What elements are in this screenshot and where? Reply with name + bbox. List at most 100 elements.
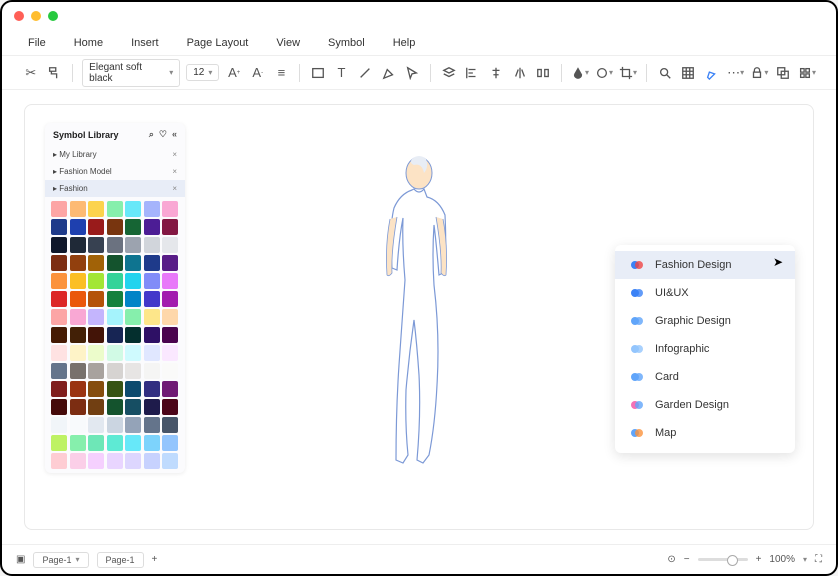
symbol-item[interactable] bbox=[51, 453, 67, 469]
symbol-item[interactable] bbox=[51, 273, 67, 289]
symbol-item[interactable] bbox=[162, 219, 178, 235]
category-fashion-model[interactable]: ▸ Fashion Model× bbox=[45, 163, 185, 180]
symbol-item[interactable] bbox=[70, 345, 86, 361]
template-ui-ux[interactable]: UI&UX bbox=[615, 279, 795, 307]
font-select[interactable]: Elegant soft black▾ bbox=[82, 59, 180, 87]
shape-icon[interactable]: ▾ bbox=[595, 64, 613, 82]
more-icon[interactable]: ▾ bbox=[798, 64, 816, 82]
symbol-item[interactable] bbox=[51, 417, 67, 433]
symbol-item[interactable] bbox=[144, 309, 160, 325]
menu-file[interactable]: File bbox=[28, 37, 46, 49]
symbol-item[interactable] bbox=[70, 453, 86, 469]
symbol-item[interactable] bbox=[88, 237, 104, 253]
fullscreen-icon[interactable]: ⛶ bbox=[815, 554, 822, 565]
symbol-item[interactable] bbox=[88, 273, 104, 289]
cursor-tool-icon[interactable] bbox=[404, 64, 422, 82]
symbol-item[interactable] bbox=[88, 201, 104, 217]
symbol-item[interactable] bbox=[125, 291, 141, 307]
symbol-item[interactable] bbox=[51, 399, 67, 415]
symbol-item[interactable] bbox=[70, 381, 86, 397]
symbol-item[interactable] bbox=[107, 417, 123, 433]
template-card[interactable]: Card bbox=[615, 363, 795, 391]
symbol-item[interactable] bbox=[88, 363, 104, 379]
symbol-item[interactable] bbox=[125, 255, 141, 271]
symbol-item[interactable] bbox=[51, 219, 67, 235]
symbol-item[interactable] bbox=[162, 435, 178, 451]
minimize-button[interactable] bbox=[31, 11, 41, 21]
symbol-item[interactable] bbox=[144, 273, 160, 289]
symbol-item[interactable] bbox=[70, 435, 86, 451]
page-tab[interactable]: Page-1 bbox=[97, 552, 144, 568]
symbol-item[interactable] bbox=[144, 345, 160, 361]
symbol-item[interactable] bbox=[88, 255, 104, 271]
symbol-item[interactable] bbox=[144, 327, 160, 343]
symbol-item[interactable] bbox=[88, 309, 104, 325]
symbol-item[interactable] bbox=[70, 201, 86, 217]
menu-view[interactable]: View bbox=[276, 37, 300, 49]
zoom-out-button[interactable]: − bbox=[684, 554, 690, 565]
symbol-item[interactable] bbox=[70, 291, 86, 307]
symbol-item[interactable] bbox=[162, 399, 178, 415]
symbol-item[interactable] bbox=[144, 201, 160, 217]
symbol-item[interactable] bbox=[162, 273, 178, 289]
symbol-item[interactable] bbox=[125, 453, 141, 469]
symbol-item[interactable] bbox=[125, 327, 141, 343]
symbol-item[interactable] bbox=[51, 237, 67, 253]
line-style-icon[interactable]: ⋯▾ bbox=[727, 64, 745, 82]
symbol-item[interactable] bbox=[107, 327, 123, 343]
symbol-item[interactable] bbox=[162, 417, 178, 433]
symbol-item[interactable] bbox=[125, 417, 141, 433]
symbol-item[interactable] bbox=[51, 345, 67, 361]
text-style-icon[interactable]: ≡ bbox=[273, 64, 291, 82]
template-fashion-design[interactable]: Fashion Design bbox=[615, 251, 795, 279]
symbol-item[interactable] bbox=[144, 453, 160, 469]
symbol-item[interactable] bbox=[51, 381, 67, 397]
symbol-item[interactable] bbox=[107, 399, 123, 415]
symbol-item[interactable] bbox=[162, 255, 178, 271]
template-infographic[interactable]: Infographic bbox=[615, 335, 795, 363]
symbol-item[interactable] bbox=[70, 273, 86, 289]
symbol-item[interactable] bbox=[125, 345, 141, 361]
symbol-item[interactable] bbox=[144, 381, 160, 397]
symbol-item[interactable] bbox=[162, 381, 178, 397]
symbol-item[interactable] bbox=[162, 291, 178, 307]
menu-help[interactable]: Help bbox=[393, 37, 416, 49]
line-tool-icon[interactable] bbox=[356, 64, 374, 82]
symbol-item[interactable] bbox=[125, 363, 141, 379]
crop-icon[interactable]: ▾ bbox=[619, 64, 637, 82]
symbol-item[interactable] bbox=[144, 255, 160, 271]
template-garden-design[interactable]: Garden Design bbox=[615, 391, 795, 419]
symbol-item[interactable] bbox=[107, 237, 123, 253]
symbol-item[interactable] bbox=[107, 435, 123, 451]
fit-icon[interactable]: ⊙ bbox=[667, 554, 675, 565]
collapse-icon[interactable]: « bbox=[172, 129, 177, 140]
pen-tool-icon[interactable] bbox=[380, 64, 398, 82]
symbol-item[interactable] bbox=[70, 219, 86, 235]
template-map[interactable]: Map bbox=[615, 419, 795, 447]
symbol-item[interactable] bbox=[88, 327, 104, 343]
symbol-item[interactable] bbox=[51, 327, 67, 343]
symbol-item[interactable] bbox=[162, 327, 178, 343]
category-fashion[interactable]: ▸ Fashion× bbox=[45, 180, 185, 197]
symbol-item[interactable] bbox=[107, 201, 123, 217]
symbol-item[interactable] bbox=[51, 255, 67, 271]
search-icon[interactable] bbox=[656, 64, 674, 82]
symbol-item[interactable] bbox=[144, 219, 160, 235]
symbol-item[interactable] bbox=[51, 309, 67, 325]
page-select[interactable]: Page-1▾ bbox=[33, 552, 88, 568]
distribute-icon[interactable] bbox=[534, 64, 552, 82]
close-button[interactable] bbox=[14, 11, 24, 21]
symbol-item[interactable] bbox=[107, 453, 123, 469]
symbol-item[interactable] bbox=[125, 381, 141, 397]
symbol-item[interactable] bbox=[107, 273, 123, 289]
format-painter-icon[interactable] bbox=[46, 64, 64, 82]
symbol-item[interactable] bbox=[125, 237, 141, 253]
zoom-slider[interactable] bbox=[698, 558, 748, 561]
layout-icon[interactable]: ▣ bbox=[16, 554, 25, 565]
symbol-item[interactable] bbox=[107, 345, 123, 361]
increase-font-icon[interactable]: A+ bbox=[225, 64, 243, 82]
add-page-button[interactable]: + bbox=[152, 554, 158, 565]
symbol-item[interactable] bbox=[162, 201, 178, 217]
symbol-item[interactable] bbox=[51, 435, 67, 451]
fashion-model-figure[interactable] bbox=[364, 149, 474, 509]
